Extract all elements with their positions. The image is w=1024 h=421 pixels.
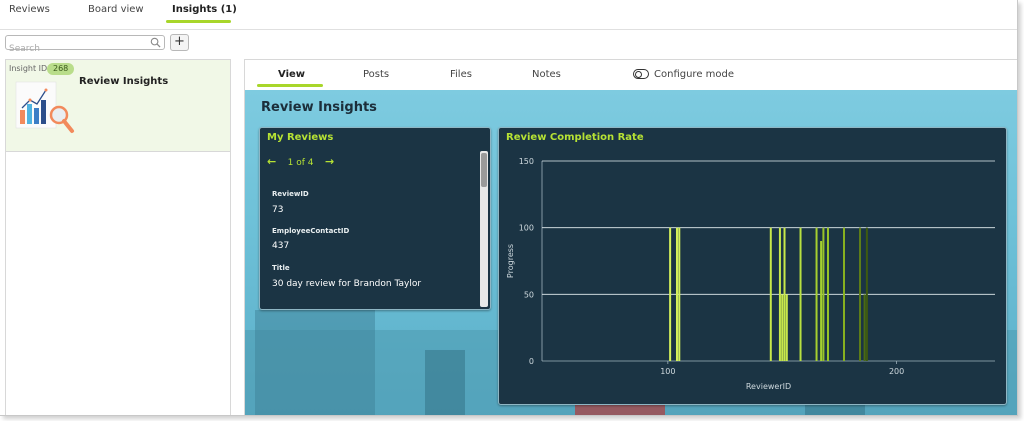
search-box (5, 35, 165, 56)
insight-detail: View Posts Files Notes Configure mode Re… (244, 59, 1017, 415)
field-value: 437 (272, 241, 290, 251)
insight-list: Insight ID 268 Review Insights (5, 59, 231, 415)
y-tick-label: 150 (519, 157, 534, 166)
y-axis-label: Progress (506, 244, 515, 278)
previous-arrow-icon[interactable]: ← (267, 155, 276, 168)
search-input[interactable] (6, 42, 146, 56)
tab-reviews[interactable]: Reviews (9, 4, 50, 15)
tab-posts[interactable]: Posts (363, 69, 389, 80)
chart-bar (859, 227, 862, 361)
tab-files[interactable]: Files (450, 69, 472, 80)
chart-bar (669, 227, 672, 361)
scrollbar[interactable] (480, 151, 488, 307)
chart-bar (863, 294, 866, 361)
review-completion-chart: Review Completion Rate 0 50 100 150 100 200 Re… (498, 127, 1007, 405)
sub-tab-bar: View Posts Files Notes Configure mode (245, 60, 1017, 90)
field-value: 73 (272, 205, 284, 215)
y-tick-label: 0 (529, 357, 534, 366)
field-value: 30 day review for Brandon Taylor (272, 279, 422, 289)
insight-title: Review Insights (79, 76, 169, 87)
app-window: Reviews Board view Insights (1) + Insigh… (0, 0, 1018, 416)
chart-plot: 0 50 100 150 100 200 ReviewerID Progress (506, 157, 995, 391)
record-pager: ← 1 of 4 → (267, 155, 334, 168)
chart-bar (781, 294, 784, 361)
next-arrow-icon[interactable]: → (325, 155, 334, 168)
dashboard-title: Review Insights (261, 100, 377, 115)
chart-bar (783, 227, 786, 361)
scrollbar-thumb[interactable] (481, 153, 487, 187)
tab-notes[interactable]: Notes (532, 69, 561, 80)
chart-bar (865, 227, 868, 361)
tab-insights[interactable]: Insights (1) (172, 4, 237, 15)
chart-bar (843, 227, 845, 361)
y-tick-label: 100 (519, 224, 534, 233)
chart-bar (769, 227, 772, 361)
field-label: Title (272, 264, 290, 272)
chart-bar (822, 227, 825, 361)
chart-bar (820, 241, 823, 361)
pager-text: 1 of 4 (287, 158, 314, 168)
insight-id-badge: 268 (47, 63, 75, 75)
insight-id-label: Insight ID (9, 64, 48, 73)
field-label: ReviewID (272, 190, 309, 198)
add-insight-button[interactable]: + (170, 34, 189, 51)
x-tick-label: 100 (660, 367, 675, 376)
active-tab-indicator (166, 20, 231, 23)
field-label: EmployeeContactID (272, 227, 350, 235)
chart-bar (675, 227, 678, 361)
chart-bar (826, 227, 829, 361)
y-tick-label: 50 (524, 290, 534, 299)
configure-mode-label: Configure mode (654, 69, 735, 80)
chart-bar (785, 294, 788, 361)
analytics-chart-icon (15, 81, 74, 133)
chart-bar (815, 227, 818, 361)
tab-board-view[interactable]: Board view (88, 4, 144, 15)
my-reviews-title: My Reviews (267, 132, 334, 143)
chart-bar (678, 227, 681, 361)
search-icon[interactable] (150, 37, 161, 48)
configure-mode-toggle[interactable] (633, 69, 649, 79)
x-axis-label: ReviewerID (746, 382, 791, 391)
chart-bar (799, 227, 802, 361)
chart-bar (778, 227, 781, 361)
my-reviews-widget: My Reviews ← 1 of 4 → ReviewID 73 Employ… (259, 127, 491, 310)
x-tick-label: 200 (889, 367, 904, 376)
tab-view[interactable]: View (278, 69, 305, 80)
top-tab-bar: Reviews Board view Insights (1) (0, 0, 1017, 30)
insight-list-item[interactable]: Insight ID 268 Review Insights (6, 60, 230, 152)
active-subtab-indicator (257, 84, 323, 87)
dashboard-canvas: Review Insights My Reviews ← 1 of 4 → Re… (245, 90, 1017, 415)
